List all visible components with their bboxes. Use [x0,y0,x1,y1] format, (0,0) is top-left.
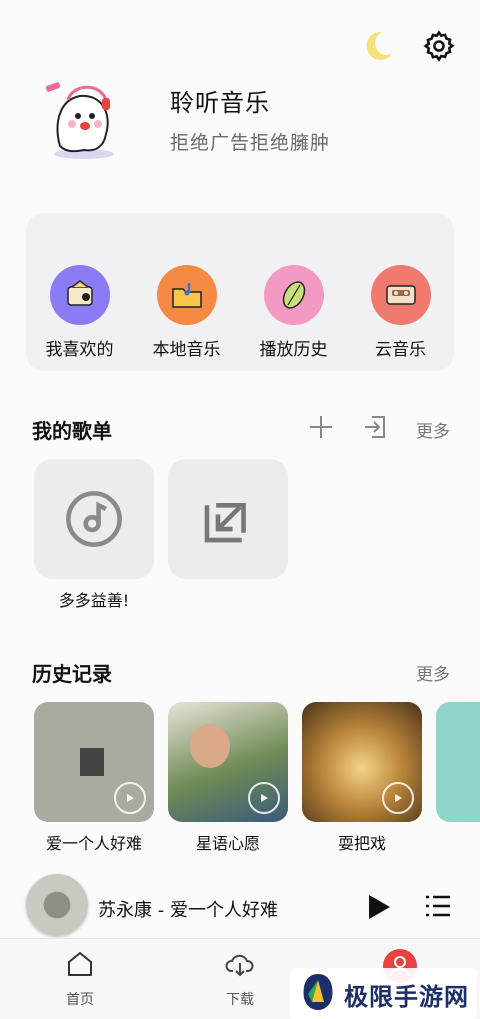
play-circle-icon[interactable] [248,782,280,814]
cassette-icon [370,265,431,325]
app-slogan: 拒绝广告拒绝臃肿 [170,132,331,154]
quick-local-music[interactable]: 本地音乐 [142,265,232,371]
quick-cloud-music-label: 云音乐 [375,340,426,360]
history-song-name: 爱一个人好难 [45,834,142,853]
history-more-link[interactable]: 更多 [416,660,450,685]
playlist-queue-icon[interactable] [424,892,452,920]
quick-actions-card: 我喜欢的 本地音乐 播放历史 云音乐 [26,213,454,371]
album-cover [302,702,422,822]
playlists-title: 我的歌单 [32,418,112,443]
import-playlist-icon[interactable] [362,414,388,444]
history-item[interactable]: 星语心愿 [168,702,288,854]
quick-play-history[interactable]: 播放历史 [249,265,339,371]
playlists-header: 我的歌单 更多 [32,414,450,444]
play-circle-icon[interactable] [382,782,414,814]
history-leaf-icon [263,265,324,325]
app-header: 聆听音乐 拒绝广告拒绝臃肿 [40,76,330,162]
import-arrow-icon [168,459,288,579]
history-item[interactable]: 耍把戏 [302,702,422,854]
cloud-download-icon [225,949,255,983]
quick-favorites-label: 我喜欢的 [45,340,114,360]
night-mode-moon-icon[interactable] [360,28,396,64]
site-watermark: 极限手游网 [290,968,477,1019]
album-cover [168,702,288,822]
playlist-list: 多多益善! [34,459,288,611]
settings-gear-icon[interactable] [422,29,456,63]
top-bar [360,28,456,64]
play-circle-icon[interactable] [114,782,146,814]
playlist-name: 多多益善! [58,591,130,610]
add-playlist-plus-icon[interactable] [308,414,334,444]
now-playing-title: 苏永康 - 爱一个人好难 [98,900,278,921]
tab-download[interactable]: 下载 [200,949,280,1009]
history-title: 历史记录 [32,662,112,686]
tab-home-label: 首页 [66,992,94,1008]
history-item[interactable] [436,702,480,854]
watermark-logo-icon [298,972,338,1016]
home-icon [65,949,95,983]
mini-player[interactable]: 苏永康 - 爱一个人好难 [0,872,480,938]
quick-favorites[interactable]: 我喜欢的 [35,265,125,371]
folder-music-icon [156,265,217,325]
history-song-name: 星语心愿 [195,834,260,853]
play-icon[interactable] [366,894,392,920]
history-song-name: 耍把戏 [337,834,386,853]
quick-play-history-label: 播放历史 [259,340,328,360]
tab-home[interactable]: 首页 [40,949,120,1009]
import-card[interactable] [168,459,288,611]
tab-download-label: 下载 [226,992,254,1008]
album-cover [436,702,480,822]
quick-local-music-label: 本地音乐 [152,340,221,360]
mascot-avatar [40,76,126,162]
music-disc-icon [34,459,154,579]
app-name: 聆听音乐 [170,89,270,117]
history-header: 历史记录 更多 [32,658,450,687]
quick-cloud-music[interactable]: 云音乐 [356,265,446,371]
now-playing-disc[interactable] [26,874,88,936]
history-list: 爱一个人好难 星语心愿 耍把戏 [34,702,480,854]
history-item[interactable]: 爱一个人好难 [34,702,154,854]
favorites-icon [49,265,110,325]
playlists-more-link[interactable]: 更多 [416,417,450,442]
album-cover [34,702,154,822]
watermark-text: 极限手游网 [344,982,469,1011]
playlist-card[interactable]: 多多益善! [34,459,154,611]
